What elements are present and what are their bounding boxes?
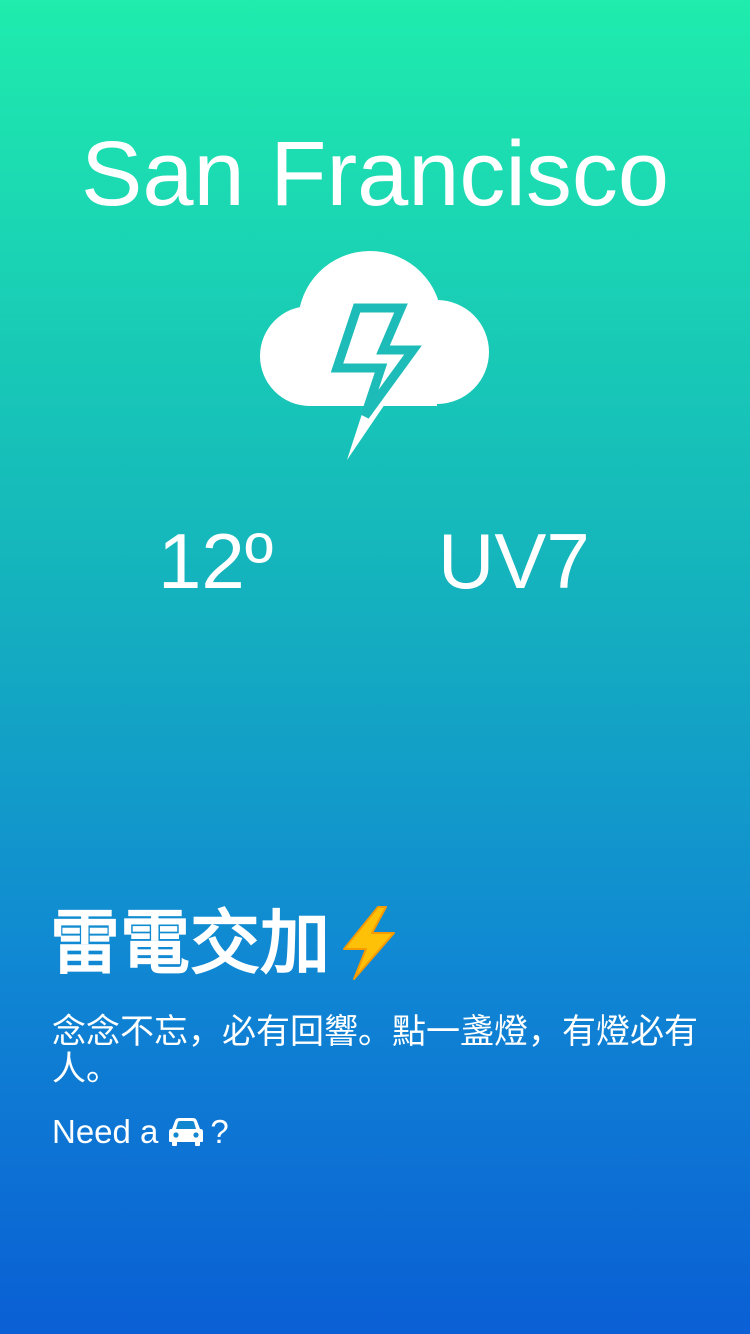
weather-screen: San Francisco 12º UV7 雷電交加 念念不忘，必有回響。點一盞…	[0, 0, 750, 1334]
thunderstorm-icon	[260, 251, 489, 460]
city-name: San Francisco	[80, 123, 670, 225]
temperature-value: 12º	[158, 517, 274, 605]
car-icon[interactable]	[168, 1117, 204, 1147]
uv-index-value: UV7	[438, 517, 590, 605]
ride-prompt-suffix: ?	[210, 1113, 229, 1150]
condition-description: 念念不忘，必有回響。點一盞燈，有燈必有人。	[52, 1012, 698, 1089]
ride-prompt[interactable]: Need a ?	[52, 1110, 229, 1154]
ride-prompt-prefix: Need a	[52, 1113, 159, 1150]
condition-heading: 雷電交加	[50, 898, 398, 988]
lightning-bolt-icon	[343, 906, 395, 980]
condition-title: 雷電交加	[50, 902, 330, 984]
